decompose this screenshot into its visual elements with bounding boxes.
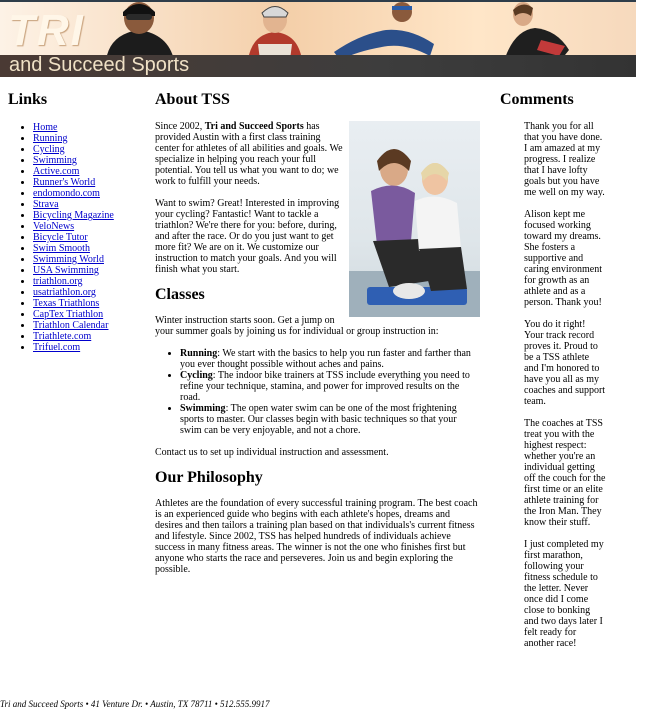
link-trifuel-com[interactable]: Trifuel.com — [33, 342, 80, 353]
link-item: triathlon.org — [33, 276, 114, 287]
link-swimming[interactable]: Swimming — [33, 155, 77, 166]
classes-list: Running: We start with the basics to hel… — [155, 348, 480, 436]
class-description: : We start with the basics to help you r… — [180, 348, 471, 370]
link-item: Active.com — [33, 166, 114, 177]
cyclist-athlete-image — [248, 6, 302, 60]
link-item: Texas Triathlons — [33, 298, 114, 309]
class-name: Running — [180, 348, 218, 359]
link-triathlon-calendar[interactable]: Triathlon Calendar — [33, 320, 108, 331]
link-item: Running — [33, 133, 114, 144]
footer-address: Tri and Succeed Sports • 41 Venture Dr. … — [0, 699, 270, 709]
class-name: Cycling — [180, 370, 213, 381]
link-strava[interactable]: Strava — [33, 199, 59, 210]
link-item: Bicycling Magazine — [33, 210, 114, 221]
trainers-stretching-image — [349, 149, 480, 317]
main-content: Since 2002, Tri and Succeed Sports has p… — [155, 121, 480, 586]
link-active-com[interactable]: Active.com — [33, 166, 79, 177]
site-tagline: and Succeed Sports — [9, 54, 190, 76]
classes-intro: Winter instruction starts soon. Get a ju… — [155, 315, 439, 337]
comment-text: I just completed my first marathon, foll… — [524, 539, 604, 649]
link-triathlon-org[interactable]: triathlon.org — [33, 276, 83, 287]
comments-list: Thank you for all that you have done. I … — [524, 121, 606, 660]
link-item: Bicycle Tutor — [33, 232, 114, 243]
link-bicycling-magazine[interactable]: Bicycling Magazine — [33, 210, 114, 221]
class-item: Swimming: The open water swim can be one… — [180, 403, 480, 436]
link-item: USA Swimming — [33, 265, 114, 276]
link-item: Strava — [33, 199, 114, 210]
link-usatriathlon-org[interactable]: usatriathlon.org — [33, 287, 96, 298]
class-item: Running: We start with the basics to hel… — [180, 348, 480, 370]
link-running[interactable]: Running — [33, 133, 67, 144]
link-item: Cycling — [33, 144, 114, 155]
female-runner-athlete-image — [505, 2, 569, 60]
site-banner: TRI and Succeed Sports — [0, 0, 636, 77]
link-item: Runner's World — [33, 177, 114, 188]
link-usa-swimming[interactable]: USA Swimming — [33, 265, 99, 276]
links-heading: Links — [8, 91, 48, 108]
link-item: Swimming World — [33, 254, 114, 265]
philosophy-paragraph: Athletes are the foundation of every suc… — [155, 498, 478, 575]
link-item: Swim Smooth — [33, 243, 114, 254]
comment-text: You do it right! Your track record prove… — [524, 319, 606, 407]
link-item: Triathlete.com — [33, 331, 114, 342]
swimmer-athlete-image — [106, 2, 174, 60]
link-velonews[interactable]: VeloNews — [33, 221, 74, 232]
link-item: CapTex Triathlon — [33, 309, 114, 320]
link-item: Trifuel.com — [33, 342, 114, 353]
link-captex-triathlon[interactable]: CapTex Triathlon — [33, 309, 103, 320]
comment-text: Alison kept me focused working toward my… — [524, 209, 603, 308]
classes-contact: Contact us to set up individual instruct… — [155, 447, 389, 458]
runner-athlete-image — [334, 2, 434, 60]
link-item: usatriathlon.org — [33, 287, 114, 298]
link-triathlete-com[interactable]: Triathlete.com — [33, 331, 91, 342]
site-logo[interactable]: TRI — [8, 6, 85, 56]
link-cycling[interactable]: Cycling — [33, 144, 65, 155]
links-list: HomeRunningCyclingSwimmingActive.comRunn… — [14, 122, 114, 353]
link-item: VeloNews — [33, 221, 114, 232]
link-item: Triathlon Calendar — [33, 320, 114, 331]
about-heading: About TSS — [155, 91, 230, 108]
link-item: Home — [33, 122, 114, 133]
link-swimming-world[interactable]: Swimming World — [33, 254, 104, 265]
link-item: Swimming — [33, 155, 114, 166]
link-runner-s-world[interactable]: Runner's World — [33, 177, 95, 188]
link-item: endomondo.com — [33, 188, 114, 199]
link-endomondo-com[interactable]: endomondo.com — [33, 188, 100, 199]
link-swim-smooth[interactable]: Swim Smooth — [33, 243, 90, 254]
class-item: Cycling: The indoor bike trainers at TSS… — [180, 370, 480, 403]
class-name: Swimming — [180, 403, 226, 414]
comments-heading: Comments — [500, 91, 574, 108]
link-home[interactable]: Home — [33, 122, 57, 133]
philosophy-heading: Our Philosophy — [155, 469, 263, 486]
link-bicycle-tutor[interactable]: Bicycle Tutor — [33, 232, 88, 243]
comment-text: Thank you for all that you have done. I … — [524, 121, 605, 198]
link-texas-triathlons[interactable]: Texas Triathlons — [33, 298, 99, 309]
trainer-photo — [349, 121, 480, 317]
comment-text: The coaches at TSS treat you with the hi… — [524, 418, 606, 528]
class-description: : The indoor bike trainers at TSS includ… — [180, 370, 470, 403]
